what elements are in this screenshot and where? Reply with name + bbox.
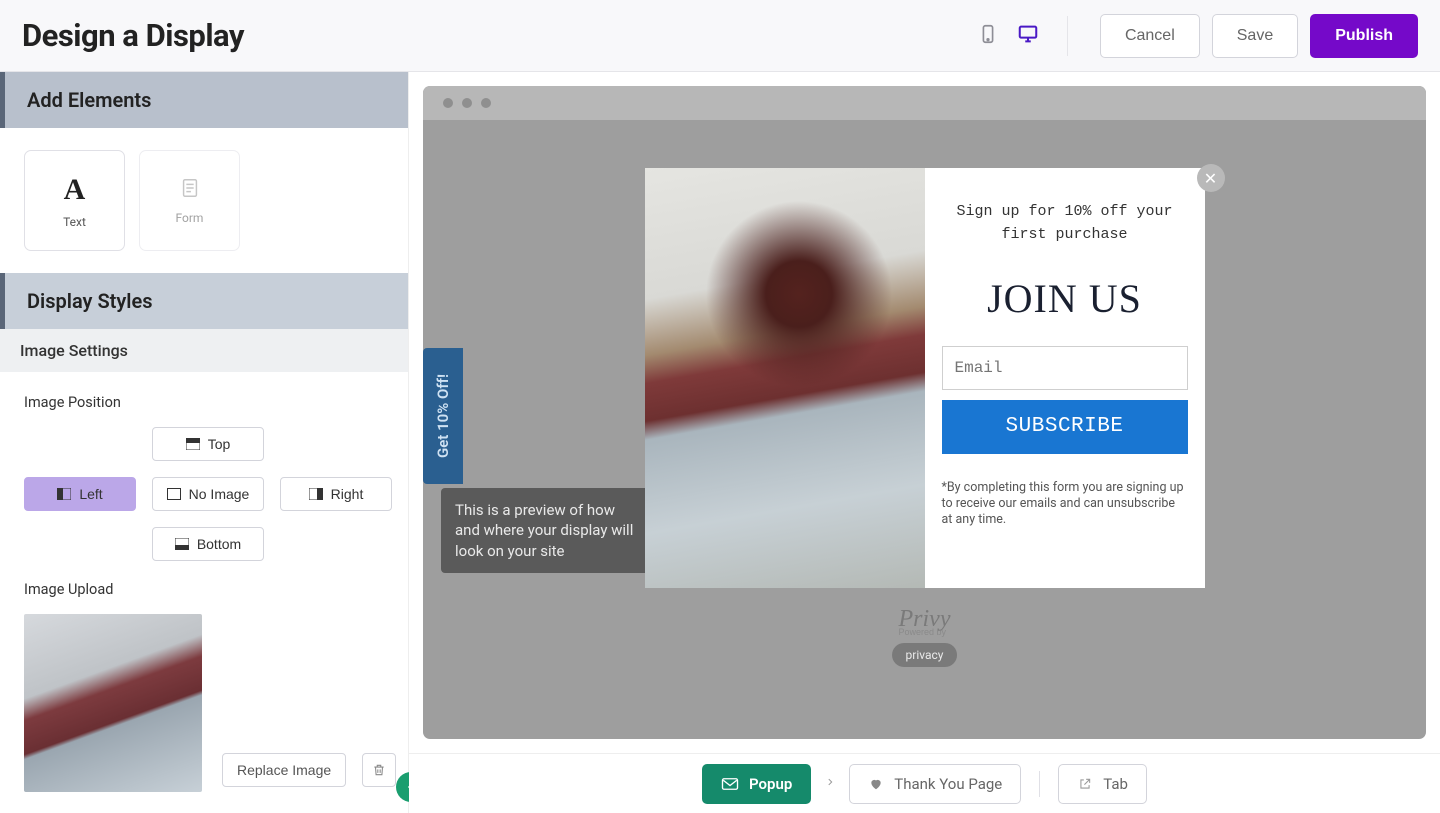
page-title: Design a Display	[22, 17, 244, 54]
app-header: Design a Display Cancel Save Publish	[0, 0, 1440, 72]
sidebar: Add Elements A Text Form Display Styles …	[0, 72, 409, 813]
delete-image-button[interactable]	[362, 753, 396, 787]
canvas-area: Get 10% Off! This is a preview of how an…	[409, 72, 1440, 753]
traffic-light-dot	[443, 98, 453, 108]
position-top-label: Top	[208, 436, 231, 452]
browser-mock: Get 10% Off! This is a preview of how an…	[423, 86, 1426, 739]
save-button[interactable]: Save	[1212, 14, 1298, 58]
elements-row: A Text Form	[0, 128, 408, 273]
section-display-styles[interactable]: Display Styles	[0, 273, 408, 329]
position-bottom-button[interactable]: Bottom	[152, 527, 264, 561]
element-label-form: Form	[176, 211, 204, 225]
subscribe-button[interactable]: SUBSCRIBE	[942, 400, 1188, 454]
section-add-elements[interactable]: Add Elements	[0, 72, 408, 128]
desktop-icon[interactable]	[1017, 23, 1039, 49]
image-upload-label: Image Upload	[24, 581, 384, 598]
view-popup-button[interactable]: Popup	[702, 764, 811, 804]
text-icon: A	[64, 173, 86, 207]
bottom-bar: Popup Thank You Page Tab	[409, 753, 1440, 813]
position-right-label: Right	[331, 486, 364, 502]
cancel-button[interactable]: Cancel	[1100, 14, 1200, 58]
popup-intro-text: Sign up for 10% off your first purchase	[941, 200, 1189, 247]
traffic-light-dot	[481, 98, 491, 108]
floating-tab[interactable]: Get 10% Off!	[423, 348, 463, 484]
position-bottom-label: Bottom	[197, 536, 241, 552]
element-label-text: Text	[63, 215, 86, 229]
popup-body: ✕ Sign up for 10% off your first purchas…	[925, 168, 1205, 588]
position-noimage-button[interactable]: No Image	[152, 477, 264, 511]
view-popup-label: Popup	[749, 775, 792, 793]
view-thankyou-label: Thank You Page	[894, 775, 1002, 793]
image-position-block: Image Position Top Left No Image Right B…	[0, 372, 408, 571]
header-divider	[1067, 16, 1068, 56]
preview-note: This is a preview of how and where your …	[441, 488, 655, 573]
device-toggle-group	[977, 23, 1039, 49]
element-tile-text[interactable]: A Text	[24, 150, 125, 251]
position-noimage-label: No Image	[189, 486, 250, 502]
publish-button[interactable]: Publish	[1310, 14, 1418, 58]
powered-by-text: Powered by	[899, 627, 947, 637]
image-position-grid: Top Left No Image Right Bottom	[24, 427, 384, 561]
position-left-button[interactable]: Left	[24, 477, 136, 511]
external-link-icon	[1077, 777, 1093, 791]
popup-image	[645, 168, 925, 588]
replace-image-button[interactable]: Replace Image	[222, 753, 346, 787]
image-position-label: Image Position	[24, 394, 384, 411]
privacy-pill[interactable]: privacy	[892, 643, 958, 667]
trash-icon	[372, 763, 386, 777]
element-tile-form[interactable]: Form	[139, 150, 240, 251]
email-field[interactable]	[942, 346, 1188, 390]
heart-icon	[868, 777, 884, 791]
form-icon	[179, 177, 201, 203]
traffic-light-dot	[462, 98, 472, 108]
view-tab-button[interactable]: Tab	[1058, 764, 1147, 804]
mobile-icon[interactable]	[977, 23, 999, 49]
popup-disclaimer: *By completing this form you are signing…	[942, 480, 1188, 529]
position-left-label: Left	[79, 486, 102, 502]
powered-by-badge: Privy Powered by privacy	[892, 606, 958, 667]
popup-preview: ✕ Sign up for 10% off your first purchas…	[645, 168, 1205, 588]
position-top-button[interactable]: Top	[152, 427, 264, 461]
bottom-bar-divider	[1039, 771, 1040, 797]
image-thumbnail[interactable]	[24, 614, 202, 792]
view-thankyou-button[interactable]: Thank You Page	[849, 764, 1021, 804]
position-right-button[interactable]: Right	[280, 477, 392, 511]
browser-bar	[423, 86, 1426, 120]
view-tab-label: Tab	[1103, 775, 1128, 793]
chevron-right-icon	[825, 774, 835, 793]
popup-hero-text: JOIN US	[987, 275, 1142, 322]
subsection-image-settings[interactable]: Image Settings	[0, 329, 408, 372]
mail-icon	[721, 777, 739, 791]
close-icon[interactable]: ✕	[1197, 164, 1225, 192]
brand-logo[interactable]: Privy Powered by	[899, 606, 951, 633]
